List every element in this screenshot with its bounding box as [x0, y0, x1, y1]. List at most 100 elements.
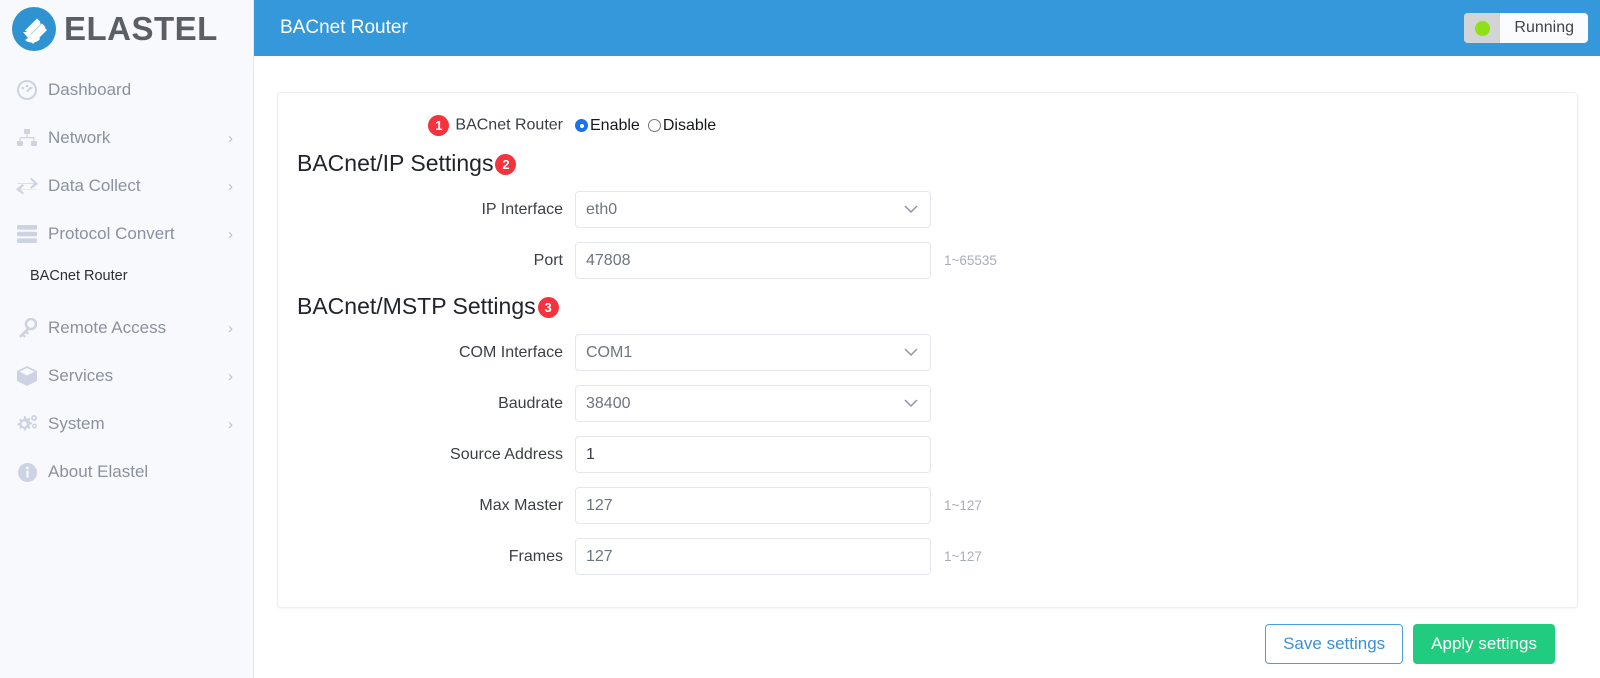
baudrate-select[interactable]: 38400 — [575, 385, 931, 422]
brand-name: ELASTEL — [64, 10, 218, 47]
field-label-source-address: Source Address — [450, 445, 563, 463]
com-interface-value: COM1 — [586, 343, 633, 361]
chevron-down-icon — [904, 202, 918, 218]
radio-disable-icon[interactable] — [647, 119, 661, 132]
action-bar: Save settings Apply settings — [277, 608, 1578, 665]
box-cube-icon — [14, 365, 40, 387]
sidebar-item-label: Data Collect — [48, 176, 141, 195]
radio-option-enable[interactable]: Enable — [575, 117, 640, 135]
radio-enable-icon[interactable] — [575, 119, 588, 132]
sidebar-item-label: Services — [48, 366, 114, 385]
field-row-ip-interface: IP Interface eth0 — [278, 191, 1577, 228]
step-badge-3: 3 — [537, 297, 559, 318]
section-heading-bacnet-mstp: BACnet/MSTP Settings 3 — [278, 293, 1577, 320]
field-row-baudrate: Baudrate 38400 — [278, 385, 1577, 422]
chevron-right-icon: › — [228, 319, 233, 337]
baudrate-value: 38400 — [586, 394, 631, 412]
main-area: BACnet Router Running 1 BACnet Router En… — [254, 0, 1600, 678]
step-badge-2: 2 — [495, 154, 517, 175]
radio-enable-label: Enable — [590, 116, 640, 134]
sidebar: ELASTEL Dashboard Network › Data Collect… — [0, 0, 254, 678]
field-label-com-interface: COM Interface — [458, 343, 563, 361]
page-title: BACnet Router — [280, 17, 408, 38]
section-title: BACnet/IP Settings — [297, 150, 494, 176]
enable-disable-radio-group: Enable Disable — [575, 117, 716, 135]
dashboard-gauge-icon — [14, 79, 40, 101]
max-master-range-hint: 1~127 — [944, 498, 982, 513]
field-label-port: Port — [533, 251, 563, 269]
sidebar-item-data-collect[interactable]: Data Collect › — [0, 162, 253, 210]
sidebar-item-remote-access[interactable]: Remote Access › — [0, 304, 253, 352]
source-address-input[interactable]: 1 — [575, 436, 931, 473]
chevron-right-icon: › — [228, 177, 233, 195]
sidebar-item-label: Remote Access — [48, 318, 167, 337]
field-label-ip-interface: IP Interface — [481, 200, 563, 218]
sidebar-item-about-elastel[interactable]: About Elastel — [0, 448, 253, 496]
field-row-frames: Frames 127 1~127 — [278, 538, 1577, 575]
brand-logo[interactable]: ELASTEL — [0, 0, 253, 58]
apply-settings-button[interactable]: Apply settings — [1413, 624, 1555, 665]
status-badge-label: Running — [1514, 19, 1574, 36]
server-stack-icon — [14, 223, 40, 245]
chevron-right-icon: › — [228, 367, 233, 385]
radio-disable-label: Disable — [662, 116, 717, 134]
frames-value: 127 — [586, 547, 613, 565]
ip-interface-value: eth0 — [586, 200, 618, 218]
gears-icon — [14, 413, 40, 435]
status-badge[interactable]: Running — [1464, 13, 1588, 43]
status-dot-icon — [1464, 13, 1501, 43]
radio-option-disable[interactable]: Disable — [647, 116, 717, 135]
com-interface-select[interactable]: COM1 — [575, 334, 931, 371]
frames-input[interactable]: 127 — [575, 538, 931, 575]
source-address-value: 1 — [586, 445, 595, 463]
port-value: 47808 — [586, 251, 631, 269]
field-row-port: Port 47808 1~65535 — [278, 242, 1577, 279]
topbar: BACnet Router Running — [254, 0, 1600, 56]
max-master-input[interactable]: 127 — [575, 487, 931, 524]
content-area: 1 BACnet Router Enable Disable BACnet/IP… — [254, 56, 1600, 665]
field-label-frames: Frames — [508, 547, 563, 565]
section-title: BACnet/MSTP Settings — [297, 293, 536, 319]
sidebar-item-label: Protocol Convert — [48, 224, 175, 243]
sidebar-item-dashboard[interactable]: Dashboard — [0, 66, 253, 114]
max-master-value: 127 — [586, 496, 613, 514]
chevron-down-icon — [904, 396, 918, 412]
section-heading-bacnet-ip: BACnet/IP Settings 2 — [278, 150, 1577, 177]
chevron-right-icon: › — [228, 415, 233, 433]
sidebar-item-label: About Elastel — [48, 462, 149, 481]
info-circle-icon — [14, 461, 40, 483]
sidebar-item-services[interactable]: Services › — [0, 352, 253, 400]
network-nodes-icon — [14, 127, 40, 149]
chevron-right-icon: › — [228, 225, 233, 243]
sidebar-subitem-label: BACnet Router — [30, 268, 128, 284]
sidebar-item-label: Dashboard — [48, 80, 132, 99]
data-exchange-arrows-icon — [14, 175, 40, 197]
sidebar-item-bacnet-router[interactable]: BACnet Router — [0, 258, 253, 294]
settings-card: 1 BACnet Router Enable Disable BACnet/IP… — [277, 92, 1578, 608]
field-row-com-interface: COM Interface COM1 — [278, 334, 1577, 371]
chevron-down-icon — [904, 345, 918, 361]
sidebar-item-label: Network — [48, 128, 111, 147]
bacnet-router-label: BACnet Router — [455, 116, 563, 134]
app-root: ELASTEL Dashboard Network › Data Collect… — [0, 0, 1600, 678]
key-icon — [14, 317, 40, 339]
port-input[interactable]: 47808 — [575, 242, 931, 279]
sidebar-item-system[interactable]: System › — [0, 400, 253, 448]
field-row-source-address: Source Address 1 — [278, 436, 1577, 473]
ip-interface-select[interactable]: eth0 — [575, 191, 931, 228]
bacnet-router-toggle-row: 1 BACnet Router Enable Disable — [278, 115, 1577, 136]
chevron-right-icon: › — [228, 129, 233, 147]
step-badge-1: 1 — [428, 115, 450, 136]
frames-range-hint: 1~127 — [944, 549, 982, 564]
field-label-baudrate: Baudrate — [498, 394, 563, 412]
field-label-max-master: Max Master — [479, 496, 563, 514]
sidebar-nav: Dashboard Network › Data Collect › Proto… — [0, 58, 253, 496]
sidebar-item-network[interactable]: Network › — [0, 114, 253, 162]
sidebar-item-label: System — [48, 414, 105, 433]
save-settings-button[interactable]: Save settings — [1265, 624, 1404, 665]
sidebar-item-protocol-convert[interactable]: Protocol Convert › — [0, 210, 253, 258]
port-range-hint: 1~65535 — [944, 253, 997, 268]
elastel-logo-icon — [10, 5, 58, 53]
bacnet-router-toggle-label-wrap: 1 BACnet Router — [278, 115, 575, 136]
field-row-max-master: Max Master 127 1~127 — [278, 487, 1577, 524]
